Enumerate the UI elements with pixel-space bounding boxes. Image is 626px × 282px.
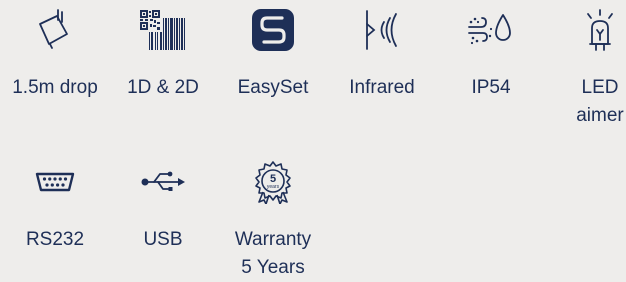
feature-label: Warranty 5 Years: [234, 229, 312, 278]
feature-infrared: Infrared: [327, 8, 437, 102]
feature-easyset: EasySet: [218, 8, 328, 102]
feature-label: 1.5m drop: [12, 77, 98, 98]
warranty-badge-subtext: years: [267, 184, 280, 190]
feature-label: LED aimer: [576, 77, 624, 126]
easyset-logo-icon: [218, 8, 328, 52]
feature-barcode: 1D & 2D: [108, 8, 218, 102]
led-aimer-icon: [545, 8, 626, 52]
feature-label: USB: [143, 229, 183, 250]
serial-port-icon: [0, 160, 110, 204]
infrared-icon: [327, 8, 437, 52]
feature-rs232: RS232: [0, 160, 110, 254]
barcode-qr-icon: [108, 8, 218, 52]
drop-icon: [0, 8, 110, 52]
feature-drop: 1.5m drop: [0, 8, 110, 102]
feature-warranty: 5 years Warranty 5 Years: [218, 160, 328, 282]
feature-ip54: IP54: [436, 8, 546, 102]
feature-label: Infrared: [349, 77, 415, 98]
ip54-dust-water-icon: [436, 8, 546, 52]
feature-label: 1D & 2D: [127, 77, 199, 98]
feature-led-aimer: LED aimer: [545, 8, 626, 130]
feature-usb: USB: [108, 160, 218, 254]
usb-icon: [108, 160, 218, 204]
feature-label: RS232: [25, 229, 85, 250]
feature-label: IP54: [471, 77, 511, 98]
feature-label: EasySet: [237, 77, 309, 98]
warranty-badge-icon: 5 years: [218, 160, 328, 204]
